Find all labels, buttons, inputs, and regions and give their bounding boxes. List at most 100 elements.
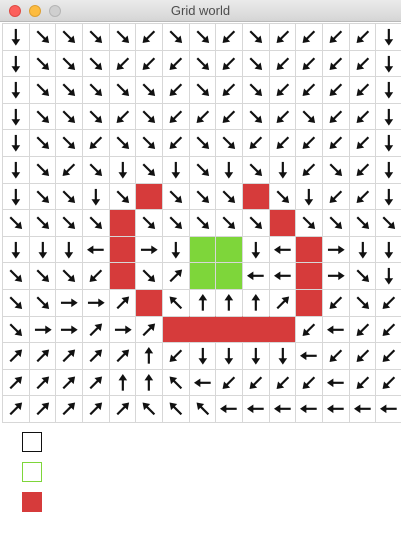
- policy-cell[interactable]: [162, 182, 190, 211]
- policy-cell[interactable]: [82, 182, 110, 211]
- policy-cell[interactable]: [348, 209, 377, 237]
- policy-cell[interactable]: [295, 209, 323, 237]
- policy-cell[interactable]: [348, 342, 377, 370]
- policy-cell[interactable]: [108, 76, 137, 104]
- policy-cell[interactable]: [295, 182, 323, 211]
- policy-cell[interactable]: [242, 289, 270, 317]
- policy-cell[interactable]: [108, 156, 137, 184]
- policy-cell[interactable]: [375, 182, 401, 211]
- policy-cell[interactable]: [242, 209, 270, 237]
- policy-cell[interactable]: [55, 342, 83, 370]
- policy-cell[interactable]: [295, 129, 323, 157]
- policy-cell[interactable]: [2, 395, 30, 423]
- policy-cell[interactable]: [375, 289, 401, 317]
- policy-cell[interactable]: [215, 49, 243, 78]
- policy-cell[interactable]: [215, 342, 243, 370]
- policy-cell[interactable]: [82, 235, 110, 264]
- policy-cell[interactable]: [28, 102, 57, 131]
- policy-cell[interactable]: [242, 49, 270, 78]
- policy-cell[interactable]: [295, 76, 323, 104]
- policy-cell[interactable]: [108, 23, 137, 51]
- policy-cell[interactable]: [2, 156, 30, 184]
- policy-cell[interactable]: [2, 289, 30, 317]
- policy-cell[interactable]: [242, 129, 270, 157]
- wall-cell[interactable]: [188, 315, 217, 344]
- policy-cell[interactable]: [348, 23, 377, 51]
- policy-cell[interactable]: [82, 262, 110, 290]
- policy-cell[interactable]: [348, 289, 377, 317]
- policy-cell[interactable]: [2, 182, 30, 211]
- policy-cell[interactable]: [82, 23, 110, 51]
- policy-cell[interactable]: [55, 262, 83, 290]
- policy-cell[interactable]: [375, 23, 401, 51]
- policy-cell[interactable]: [215, 76, 243, 104]
- policy-cell[interactable]: [242, 76, 270, 104]
- policy-cell[interactable]: [215, 156, 243, 184]
- policy-cell[interactable]: [215, 182, 243, 211]
- policy-cell[interactable]: [162, 23, 190, 51]
- policy-cell[interactable]: [55, 289, 83, 317]
- policy-cell[interactable]: [82, 209, 110, 237]
- policy-cell[interactable]: [348, 368, 377, 397]
- policy-cell[interactable]: [108, 368, 137, 397]
- policy-cell[interactable]: [2, 23, 30, 51]
- policy-cell[interactable]: [268, 182, 297, 211]
- policy-cell[interactable]: [135, 102, 163, 131]
- policy-cell[interactable]: [82, 342, 110, 370]
- wall-cell[interactable]: [268, 315, 297, 344]
- wall-cell[interactable]: [242, 315, 270, 344]
- policy-cell[interactable]: [82, 76, 110, 104]
- policy-cell[interactable]: [55, 129, 83, 157]
- policy-cell[interactable]: [215, 209, 243, 237]
- policy-cell[interactable]: [135, 235, 163, 264]
- policy-cell[interactable]: [322, 182, 350, 211]
- policy-cell[interactable]: [215, 395, 243, 423]
- policy-cell[interactable]: [55, 49, 83, 78]
- policy-cell[interactable]: [188, 156, 217, 184]
- policy-cell[interactable]: [188, 209, 217, 237]
- policy-cell[interactable]: [242, 368, 270, 397]
- policy-cell[interactable]: [295, 156, 323, 184]
- policy-cell[interactable]: [188, 102, 217, 131]
- policy-cell[interactable]: [348, 315, 377, 344]
- policy-cell[interactable]: [322, 235, 350, 264]
- policy-cell[interactable]: [375, 102, 401, 131]
- policy-cell[interactable]: [55, 182, 83, 211]
- policy-cell[interactable]: [295, 102, 323, 131]
- policy-cell[interactable]: [348, 262, 377, 290]
- policy-cell[interactable]: [55, 395, 83, 423]
- policy-cell[interactable]: [295, 49, 323, 78]
- policy-cell[interactable]: [135, 76, 163, 104]
- policy-cell[interactable]: [108, 342, 137, 370]
- policy-cell[interactable]: [375, 209, 401, 237]
- policy-cell[interactable]: [28, 76, 57, 104]
- policy-cell[interactable]: [215, 289, 243, 317]
- policy-cell[interactable]: [375, 156, 401, 184]
- policy-cell[interactable]: [322, 315, 350, 344]
- policy-cell[interactable]: [322, 368, 350, 397]
- goal-cell[interactable]: [188, 235, 217, 264]
- wall-cell[interactable]: [135, 289, 163, 317]
- policy-cell[interactable]: [162, 156, 190, 184]
- policy-cell[interactable]: [348, 102, 377, 131]
- policy-cell[interactable]: [55, 209, 83, 237]
- policy-cell[interactable]: [2, 102, 30, 131]
- policy-cell[interactable]: [108, 102, 137, 131]
- policy-cell[interactable]: [348, 395, 377, 423]
- policy-cell[interactable]: [375, 235, 401, 264]
- policy-cell[interactable]: [82, 102, 110, 131]
- policy-cell[interactable]: [322, 262, 350, 290]
- policy-cell[interactable]: [348, 235, 377, 264]
- policy-cell[interactable]: [135, 49, 163, 78]
- policy-cell[interactable]: [2, 76, 30, 104]
- policy-cell[interactable]: [162, 102, 190, 131]
- policy-cell[interactable]: [2, 368, 30, 397]
- policy-cell[interactable]: [2, 262, 30, 290]
- goal-cell[interactable]: [188, 262, 217, 290]
- policy-cell[interactable]: [108, 289, 137, 317]
- policy-cell[interactable]: [28, 368, 57, 397]
- policy-cell[interactable]: [268, 395, 297, 423]
- policy-cell[interactable]: [28, 182, 57, 211]
- policy-cell[interactable]: [215, 129, 243, 157]
- policy-cell[interactable]: [348, 76, 377, 104]
